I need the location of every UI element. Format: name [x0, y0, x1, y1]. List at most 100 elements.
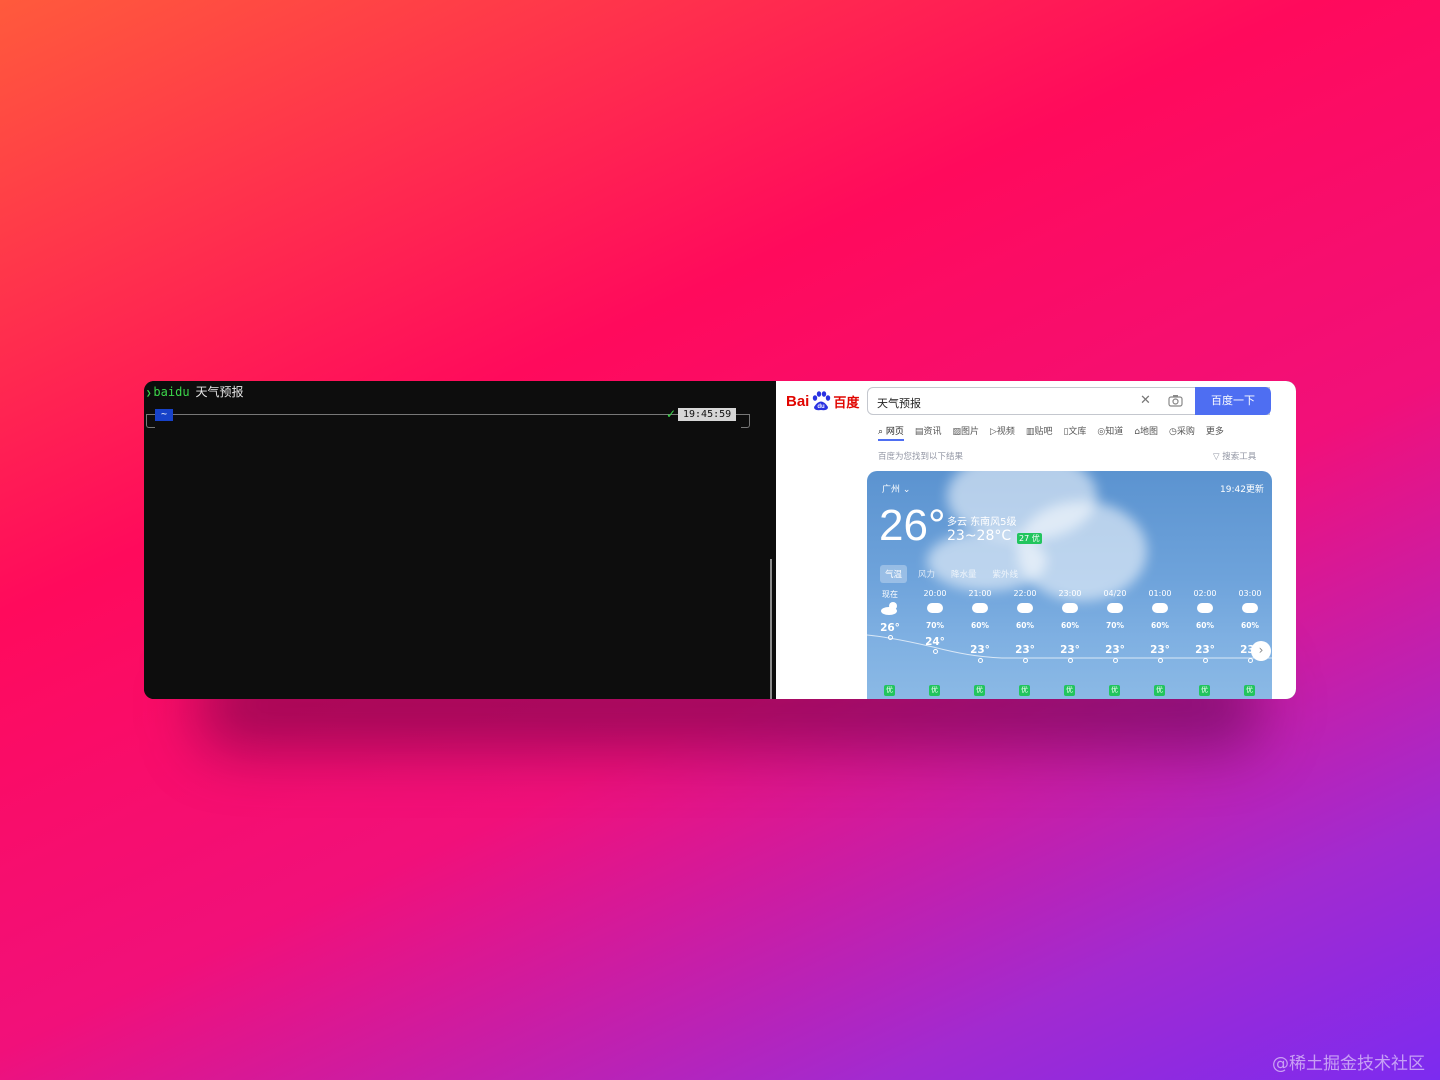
temp-dot	[1248, 658, 1253, 663]
temp-dot	[1203, 658, 1208, 663]
success-check-icon: ✓	[666, 407, 677, 421]
cloudy-icon	[881, 602, 897, 615]
prompt-arrow-icon: ❯	[146, 389, 152, 399]
prompt-rule-right-cap	[741, 414, 750, 428]
terminal-pane[interactable]: ❯ baidu 天气预报 ~ ✓ 19:45:59	[144, 381, 775, 699]
camera-icon[interactable]	[1168, 394, 1183, 407]
air-quality-badge: 优	[974, 685, 985, 696]
air-quality-badge: 优	[929, 685, 940, 696]
search-tools-link[interactable]: ▽ 搜索工具	[1213, 450, 1256, 462]
air-quality-badge: 优	[1064, 685, 1075, 696]
hour-temp: 23°	[1150, 644, 1170, 656]
hour-time: 02:00	[1193, 589, 1217, 598]
hour-precip: 70%	[1106, 621, 1124, 630]
hour-time: 现在	[882, 590, 898, 599]
hour-precip: 60%	[1241, 621, 1259, 630]
rain-cloud-icon	[1062, 603, 1078, 613]
hour-temp: 24°	[925, 636, 945, 648]
air-quality-badge: 优	[1244, 685, 1255, 696]
weather-condition: 多云 东南风5级	[947, 517, 1017, 528]
update-time: 19:42更新	[1220, 485, 1264, 495]
result-hint: 百度为您找到以下结果	[878, 452, 964, 462]
hour-time: 23:00	[1058, 589, 1082, 598]
terminal-scrollbar[interactable]	[770, 559, 772, 699]
watermark: @稀土掘金技术社区	[1272, 1054, 1425, 1074]
temp-dot	[933, 649, 938, 654]
temp-dot	[1023, 658, 1028, 663]
tab-news[interactable]: ▤资讯	[915, 424, 942, 441]
baidu-logo[interactable]: Bai du 百度	[786, 390, 859, 412]
terminal-time: 19:45:59	[678, 408, 737, 421]
hour-temp: 26°	[880, 622, 900, 634]
rain-cloud-icon	[1197, 603, 1213, 613]
split-window: ❯ baidu 天气预报 ~ ✓ 19:45:59 Bai du 百度 天气预报 ✕	[144, 381, 1296, 699]
tab-map[interactable]: ⌂地图	[1134, 424, 1158, 441]
tab-zhidao[interactable]: ◎知道	[1097, 424, 1123, 441]
weather-tabs: 气温 风力 降水量 紫外线	[880, 565, 1023, 583]
hour-time: 21:00	[968, 589, 992, 598]
prompt-rule-left-cap	[146, 414, 155, 428]
tab-temperature[interactable]: 气温	[880, 565, 908, 583]
search-button[interactable]: 百度一下	[1195, 387, 1271, 415]
hour-precip: 60%	[1196, 621, 1214, 630]
tab-web[interactable]: ⌕ 网页	[878, 424, 904, 441]
terminal-command: baidu	[153, 385, 190, 399]
hour-time: 01:00	[1148, 589, 1172, 598]
hour-precip: 60%	[1061, 621, 1079, 630]
filter-icon: ▽	[1213, 452, 1223, 462]
terminal-prompt: ❯ baidu 天气预报	[146, 383, 244, 400]
hour-time: 20:00	[923, 589, 947, 598]
temp-dot	[1158, 658, 1163, 663]
rain-cloud-icon	[1242, 603, 1258, 613]
prompt-rule	[146, 414, 749, 415]
hour-temp: 23°	[970, 644, 990, 656]
hour-time: 03:00	[1238, 589, 1262, 598]
tab-wind[interactable]: 风力	[913, 565, 940, 583]
air-quality-badge: 优	[884, 685, 895, 696]
hour-precip: 60%	[1016, 621, 1034, 630]
search-tabs: ⌕ 网页 ▤资讯 ▨图片 ▷视频 ▥贴吧 ▯文库 ◎知道 ⌂地图 ◷采购 更多	[878, 424, 1224, 441]
hour-temp: 23°	[1105, 644, 1125, 656]
temp-dot	[1113, 658, 1118, 663]
paw-logo-icon: du	[813, 391, 831, 411]
aqi-badge: 27 优	[1017, 533, 1042, 544]
hour-temp: 23°	[1195, 644, 1215, 656]
clear-icon[interactable]: ✕	[1140, 393, 1151, 408]
temp-dot	[1068, 658, 1073, 663]
temp-dot	[978, 658, 983, 663]
svg-text:du: du	[818, 404, 826, 410]
city-selector[interactable]: 广州 ⌄	[882, 482, 910, 495]
tab-tieba[interactable]: ▥贴吧	[1026, 424, 1053, 441]
air-quality-badge: 优	[1154, 685, 1165, 696]
chevron-right-icon[interactable]: ›	[1251, 641, 1271, 661]
hour-time: 22:00	[1013, 589, 1037, 598]
air-quality-badge: 优	[1199, 685, 1210, 696]
tab-images[interactable]: ▨图片	[952, 424, 979, 441]
air-quality-badge: 优	[1019, 685, 1030, 696]
rain-cloud-icon	[1152, 603, 1168, 613]
rain-cloud-icon	[1017, 603, 1033, 613]
tab-uv[interactable]: 紫外线	[988, 565, 1024, 583]
logo-cn: 百度	[833, 394, 860, 410]
hour-precip: 60%	[1151, 621, 1169, 630]
chevron-down-icon: ⌄	[902, 485, 911, 495]
current-temperature: 26°	[879, 501, 946, 550]
air-quality-badge: 优	[1109, 685, 1120, 696]
search-input[interactable]: 天气预报	[877, 395, 921, 411]
hour-precip: 60%	[971, 621, 989, 630]
hour-temp: 23°	[1015, 644, 1035, 656]
tab-more[interactable]: 更多	[1206, 424, 1224, 441]
hour-temp: 23°	[1060, 644, 1080, 656]
tab-purchase[interactable]: ◷采购	[1169, 424, 1195, 441]
browser-pane: Bai du 百度 天气预报 ✕ 百度一下 ⌕ 网页 ▤资讯 ▨图片 ▷视频 ▥…	[776, 381, 1296, 699]
tab-wenku[interactable]: ▯文库	[1063, 424, 1086, 441]
temp-dot	[888, 635, 893, 640]
rain-cloud-icon	[1107, 603, 1123, 613]
tab-precipitation[interactable]: 降水量	[946, 565, 982, 583]
hour-time: 04/20	[1103, 589, 1127, 598]
logo-latin: Bai	[786, 392, 810, 410]
terminal-argument: 天气预报	[195, 385, 244, 399]
hour-precip: 70%	[926, 621, 944, 630]
weather-card[interactable]: 广州 ⌄ 19:42更新 26° 多云 东南风5级 23~28°C 27 优 气…	[867, 471, 1272, 699]
tab-video[interactable]: ▷视频	[990, 424, 1015, 441]
